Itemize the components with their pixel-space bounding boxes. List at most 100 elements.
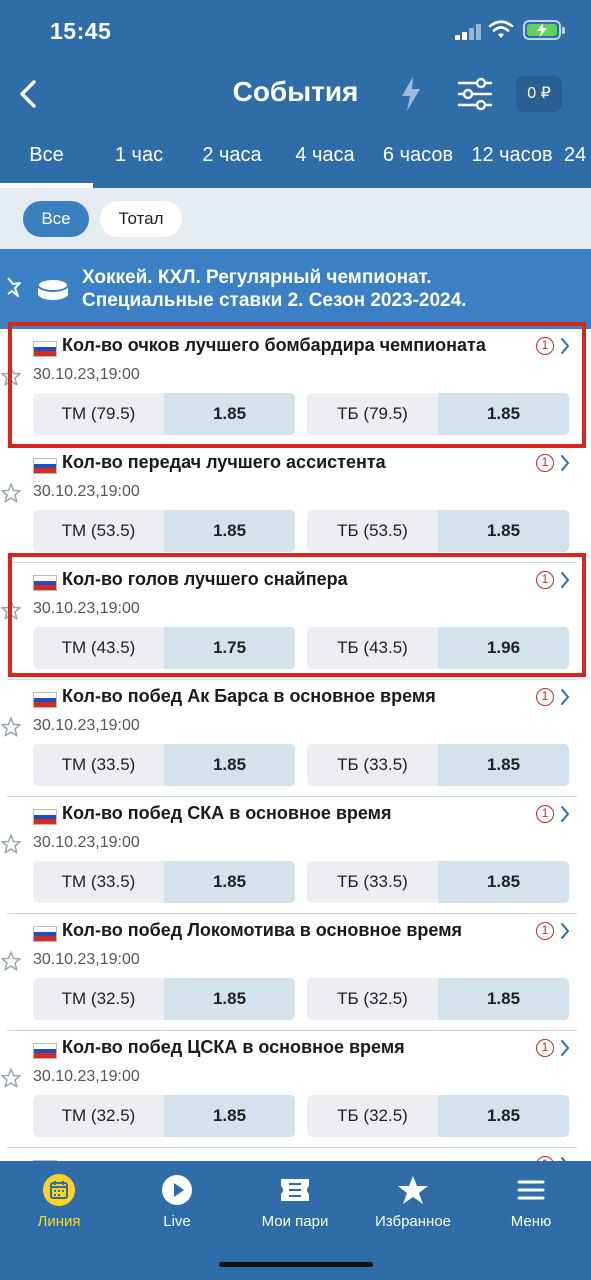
battery-icon xyxy=(523,20,565,40)
russia-flag-icon xyxy=(33,341,57,357)
event-row[interactable]: Кол-во голов лучшего снайпера 30.10.23,19… xyxy=(1,563,577,680)
event-date: 30.10.23,19:00 xyxy=(33,600,140,617)
odds-over-button[interactable]: ТБ (32.5) 1.85 xyxy=(307,1095,569,1137)
odds-over-label: ТБ (43.5) xyxy=(337,638,408,657)
odds-under-button[interactable]: ТМ (43.5) 1.75 xyxy=(33,627,295,669)
event-date: 30.10.23,19:00 xyxy=(33,483,140,500)
event-name[interactable]: Кол-во очков лучшего бомбардира чемпиона… xyxy=(62,335,486,356)
odds-under-button[interactable]: ТМ (33.5) 1.85 xyxy=(33,744,295,786)
odds-under-label: ТМ (33.5) xyxy=(61,872,136,891)
odds-over-button[interactable]: ТБ (33.5) 1.85 xyxy=(307,744,569,786)
favorite-star-icon[interactable] xyxy=(0,833,22,855)
info-icon[interactable]: 1 xyxy=(536,1039,554,1057)
nav-menu-label: Меню xyxy=(510,1213,552,1230)
odds-over-label: ТБ (79.5) xyxy=(337,404,408,423)
info-icon[interactable]: 1 xyxy=(536,571,554,589)
russia-flag-icon xyxy=(33,692,57,708)
favorite-star-icon[interactable] xyxy=(0,482,22,504)
odds-under-button[interactable]: ТМ (33.5) 1.85 xyxy=(33,861,295,903)
odds-over-button[interactable]: ТБ (79.5) 1.85 xyxy=(307,393,569,435)
tab-12h[interactable]: 12 часов xyxy=(466,130,558,188)
favorite-star-icon[interactable] xyxy=(0,950,22,972)
filter-chips: Все Тотал xyxy=(0,188,591,249)
league-title-line1: Хоккей. КХЛ. Регулярный чемпионат. xyxy=(82,267,432,288)
event-row[interactable]: Кол-во очков лучшего бомбардира чемпиона… xyxy=(1,329,577,446)
odds-over-label: ТБ (33.5) xyxy=(337,755,408,774)
event-date: 30.10.23,19:00 xyxy=(33,366,140,383)
league-header[interactable]: Хоккей. КХЛ. Регулярный чемпионат. Специ… xyxy=(0,249,591,329)
event-name[interactable]: Кол-во побед Ак Барса в основное время xyxy=(62,686,436,707)
odds-under-value: 1.85 xyxy=(164,510,295,552)
nav-my-bets-label: Мои пари xyxy=(261,1213,329,1230)
nav-my-bets[interactable]: Мои пари xyxy=(236,1161,354,1241)
odds-over-button[interactable]: ТБ (53.5) 1.85 xyxy=(307,510,569,552)
odds-under-button[interactable]: ТМ (32.5) 1.85 xyxy=(33,1095,295,1137)
chevron-right-icon[interactable] xyxy=(560,922,570,940)
nav-menu[interactable]: Меню xyxy=(472,1161,590,1241)
odds-under-button[interactable]: ТМ (32.5) 1.85 xyxy=(33,978,295,1020)
favorite-star-icon[interactable] xyxy=(0,716,22,738)
favorite-star-icon[interactable] xyxy=(6,275,26,299)
filters-icon[interactable] xyxy=(456,76,494,112)
info-icon[interactable]: 1 xyxy=(536,805,554,823)
info-icon[interactable]: 1 xyxy=(536,688,554,706)
info-icon[interactable]: 1 xyxy=(536,337,554,355)
russia-flag-icon xyxy=(33,1043,57,1059)
favorite-star-icon[interactable] xyxy=(0,1067,22,1089)
nav-favorites[interactable]: Избранное xyxy=(354,1161,472,1241)
league-title-line2: Специальные ставки 2. Сезон 2023-2024. xyxy=(82,290,467,311)
russia-flag-icon xyxy=(33,575,57,591)
chevron-right-icon[interactable] xyxy=(560,454,570,472)
chevron-right-icon[interactable] xyxy=(560,688,570,706)
favorite-star-icon[interactable] xyxy=(0,599,22,621)
event-name[interactable]: Кол-во побед ЦСКА в основное время xyxy=(62,1037,405,1058)
status-time: 15:45 xyxy=(50,18,112,44)
event-name[interactable]: Кол-во передач лучшего ассистента xyxy=(62,452,386,473)
chip-total[interactable]: Тотал xyxy=(100,201,182,237)
odds-under-label: ТМ (32.5) xyxy=(61,1106,136,1125)
event-date: 30.10.23,19:00 xyxy=(33,717,140,734)
tab-24h[interactable]: 24 xyxy=(564,130,591,188)
nav-line-label: Линия xyxy=(37,1213,81,1230)
event-row[interactable]: Кол-во побед Ак Барса в основное время 30… xyxy=(1,680,577,797)
odds-under-button[interactable]: ТМ (79.5) 1.85 xyxy=(33,393,295,435)
event-row[interactable]: 1 xyxy=(7,1148,577,1161)
chevron-right-icon[interactable] xyxy=(560,337,570,355)
nav-live-label: Live xyxy=(163,1213,191,1230)
odds-over-button[interactable]: ТБ (43.5) 1.96 xyxy=(307,627,569,669)
odds-over-value: 1.85 xyxy=(438,1095,569,1137)
chevron-right-icon[interactable] xyxy=(560,1039,570,1057)
info-icon[interactable]: 1 xyxy=(536,922,554,940)
tab-all[interactable]: Все xyxy=(0,130,93,188)
event-name[interactable]: Кол-во побед СКА в основное время xyxy=(62,803,392,824)
odds-under-value: 1.85 xyxy=(164,1095,295,1137)
chevron-right-icon[interactable] xyxy=(560,571,570,589)
home-indicator xyxy=(219,1262,373,1267)
favorite-star-icon[interactable] xyxy=(0,365,22,387)
event-name[interactable]: Кол-во побед Локомотива в основное время xyxy=(62,920,462,941)
bolt-icon[interactable] xyxy=(398,76,424,112)
odds-over-button[interactable]: ТБ (32.5) 1.85 xyxy=(307,978,569,1020)
odds-over-value: 1.85 xyxy=(438,861,569,903)
nav-line[interactable]: Линия xyxy=(0,1161,118,1241)
event-row[interactable]: Кол-во передач лучшего ассистента 30.10.2… xyxy=(1,446,577,563)
odds-under-label: ТМ (33.5) xyxy=(61,755,136,774)
play-icon xyxy=(162,1175,192,1205)
chevron-right-icon[interactable] xyxy=(560,805,570,823)
tab-1h[interactable]: 1 час xyxy=(100,130,178,188)
event-row[interactable]: Кол-во побед СКА в основное время 30.10.2… xyxy=(1,797,577,914)
balance-badge[interactable]: 0 ₽ xyxy=(516,76,562,112)
chip-all[interactable]: Все xyxy=(23,201,89,237)
odds-over-button[interactable]: ТБ (33.5) 1.85 xyxy=(307,861,569,903)
tab-6h[interactable]: 6 часов xyxy=(376,130,460,188)
tab-2h[interactable]: 2 часа xyxy=(190,130,274,188)
nav-live[interactable]: Live xyxy=(118,1161,236,1241)
star-icon xyxy=(398,1176,428,1204)
event-row[interactable]: Кол-во побед ЦСКА в основное время 30.10.… xyxy=(1,1031,577,1148)
tab-4h[interactable]: 4 часа xyxy=(284,130,366,188)
info-icon[interactable]: 1 xyxy=(536,454,554,472)
odds-over-label: ТБ (53.5) xyxy=(337,521,408,540)
event-name[interactable]: Кол-во голов лучшего снайпера xyxy=(62,569,348,590)
event-row[interactable]: Кол-во побед Локомотива в основное время… xyxy=(1,914,577,1031)
odds-under-button[interactable]: ТМ (53.5) 1.85 xyxy=(33,510,295,552)
